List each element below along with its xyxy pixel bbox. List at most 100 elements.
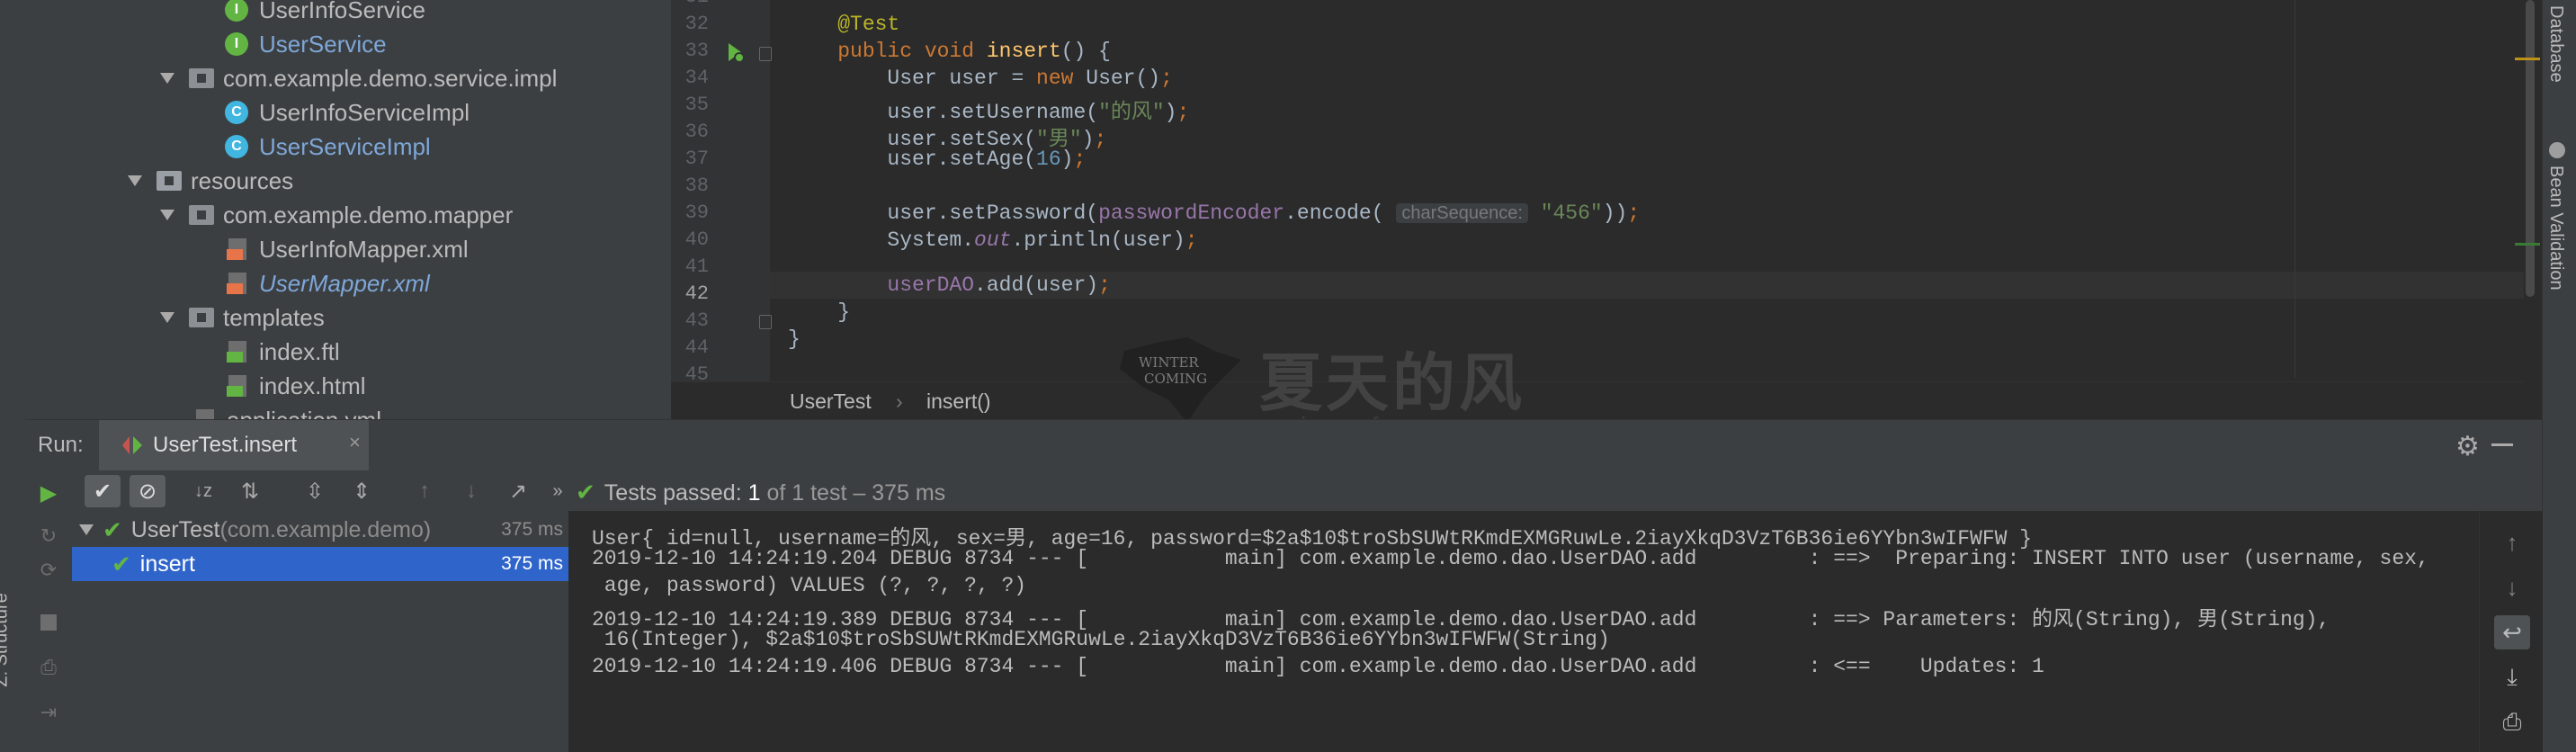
line-number: 43: [684, 309, 709, 332]
project-tree-item[interactable]: index.ftl: [225, 335, 340, 369]
project-tree-item[interactable]: C UserServiceImpl: [225, 130, 431, 164]
watermark-title: 夏天的风: [1259, 348, 1525, 418]
structure-tool-tab[interactable]: Z: Structure: [0, 576, 23, 711]
project-tree-item-label: index.ftl: [259, 337, 340, 365]
test-name: UserTest: [130, 516, 220, 542]
test-package: (com.example.demo): [219, 516, 432, 542]
expand-all-icon[interactable]: ⇳: [297, 475, 333, 507]
expand-triangle-icon[interactable]: [160, 312, 174, 323]
collapse-all-icon[interactable]: ⇕: [344, 475, 380, 507]
scroll-up-icon[interactable]: ↑: [2494, 525, 2530, 560]
rerun-icon[interactable]: ▶: [31, 477, 67, 509]
code-line-33: public void insert() {: [788, 40, 1111, 63]
structure-tab-label: Z: Structure: [0, 593, 12, 687]
project-tree-item[interactable]: com.example.demo.mapper: [160, 198, 513, 232]
console-output[interactable]: User{ id=null, username=的风, sex=男, age=1…: [568, 511, 2479, 752]
breadcrumb-separator: ›: [896, 389, 903, 413]
sort-by-duration-icon[interactable]: ⇅: [232, 475, 268, 507]
line-number: 34: [684, 67, 709, 89]
status-suffix: of 1 test – 375 ms: [760, 480, 946, 506]
line-number: 40: [684, 228, 709, 251]
stop-icon[interactable]: [31, 606, 67, 639]
previous-failed-icon[interactable]: ↑: [407, 475, 443, 507]
project-tree-item[interactable]: UserInfoMapper.xml: [225, 232, 469, 266]
close-tab-icon[interactable]: ×: [349, 431, 361, 454]
project-tree-item-label: com.example.demo.mapper: [223, 201, 514, 228]
code-line-32: @Test: [788, 13, 900, 36]
bean-validation-tool-tab[interactable]: Bean Validation: [2545, 166, 2566, 291]
project-tree-item[interactable]: C UserInfoServiceImpl: [225, 95, 470, 130]
test-tree-row[interactable]: ✔ insert 375 ms: [72, 547, 568, 581]
passed-check-icon: ✔: [103, 515, 122, 543]
project-tree-item[interactable]: com.example.demo.service.impl: [160, 61, 557, 95]
breadcrumb-method[interactable]: insert(): [926, 389, 991, 414]
console-line: 2019-12-10 14:24:19.204 DEBUG 8734 --- […: [592, 547, 2429, 570]
console-line: age, password) VALUES (?, ?, ?, ?): [592, 574, 1027, 597]
breadcrumb-class[interactable]: UserTest: [790, 389, 872, 414]
expand-triangle-icon[interactable]: [79, 524, 94, 535]
soft-wrap-icon[interactable]: ↩: [2494, 615, 2530, 649]
minimize-panel-icon[interactable]: [2491, 443, 2513, 446]
show-ignored-icon[interactable]: ⊘: [130, 475, 165, 507]
watermark-emblem-bottom: COMING: [1144, 371, 1208, 387]
expand-triangle-icon[interactable]: [128, 175, 142, 186]
package-icon: [189, 68, 214, 88]
run-test-gutter-icon[interactable]: [721, 40, 747, 65]
code-line-36: user.setSex("男");: [788, 128, 1107, 151]
database-tool-tab[interactable]: Database: [2545, 5, 2566, 83]
line-number: 36: [684, 121, 709, 143]
passed-check-icon: ✔: [112, 550, 131, 577]
toggle-auto-test-icon[interactable]: ⟳: [31, 554, 67, 586]
project-tree-item[interactable]: templates: [160, 300, 325, 335]
export-results-icon[interactable]: ↗: [500, 475, 536, 507]
project-tree-item[interactable]: I UserService: [225, 27, 387, 61]
more-actions-icon[interactable]: »: [540, 475, 576, 507]
project-tree-item[interactable]: application.yml: [192, 403, 381, 419]
xml-file-icon: [225, 237, 250, 262]
line-number: 38: [684, 175, 709, 197]
class-icon: C: [225, 135, 248, 158]
camera-icon[interactable]: ⎙: [31, 651, 67, 684]
code-editor[interactable]: 313233343536373839404142434445 @Test pub…: [671, 0, 2524, 419]
editor-breadcrumb: UserTest › insert(): [671, 381, 2524, 419]
show-passed-icon[interactable]: ✔: [85, 475, 121, 507]
rerun-failed-icon[interactable]: ↻: [31, 520, 67, 552]
test-tree-row[interactable]: ✔ UserTest (com.example.demo) 375 ms: [72, 513, 568, 547]
status-count: 1: [747, 480, 761, 506]
watermark-emblem-top: WINTER: [1139, 354, 1199, 371]
project-tree-item[interactable]: resources: [128, 164, 293, 198]
run-tab[interactable]: UserTest.insert ×: [99, 420, 369, 470]
settings-gear-icon[interactable]: ⚙: [2455, 431, 2480, 462]
line-number: 35: [684, 94, 709, 116]
project-tree-item-label: resources: [191, 166, 294, 194]
project-tree-item-label: UserService: [259, 30, 387, 58]
expand-triangle-icon[interactable]: [160, 210, 174, 220]
code-line-42: userDAO.add(user);: [887, 273, 1111, 297]
project-tree-item-label: templates: [223, 303, 325, 331]
code-line-35: user.setUsername("的风");: [788, 101, 1190, 124]
tests-passed-status: ✔ Tests passed: 1 of 1 test – 375 ms: [576, 479, 945, 506]
expand-triangle-icon[interactable]: [160, 73, 174, 84]
project-tree-item[interactable]: index.html: [225, 369, 366, 403]
code-line-34: User user = new User();: [788, 67, 1173, 90]
interface-icon: I: [225, 0, 248, 22]
test-run-icon: [122, 436, 142, 454]
scroll-down-icon[interactable]: ↓: [2494, 570, 2530, 604]
fold-marker-icon[interactable]: [759, 47, 772, 61]
print-icon[interactable]: ⎙: [2494, 705, 2530, 739]
project-tree-item-label: com.example.demo.service.impl: [223, 64, 558, 92]
run-panel-header: Run: UserTest.insert × ⚙: [25, 419, 2542, 473]
line-number: 39: [684, 201, 709, 224]
project-tree-item[interactable]: UserMapper.xml: [225, 266, 430, 300]
editor-scrollbar-thumb[interactable]: [2526, 0, 2535, 297]
sort-alphabetically-icon[interactable]: ↓z: [185, 475, 221, 507]
project-tree-item-label: UserInfoMapper.xml: [259, 235, 469, 263]
line-number: 44: [684, 336, 709, 359]
test-name: insert: [139, 551, 195, 577]
next-failed-icon[interactable]: ↓: [453, 475, 489, 507]
fold-marker-icon[interactable]: [759, 315, 772, 329]
project-tree-item[interactable]: I UserInfoService: [225, 0, 425, 27]
scroll-to-end-icon[interactable]: ⤓: [2494, 660, 2530, 694]
exit-icon[interactable]: ⇥: [31, 696, 67, 729]
folder-icon: [189, 308, 214, 327]
